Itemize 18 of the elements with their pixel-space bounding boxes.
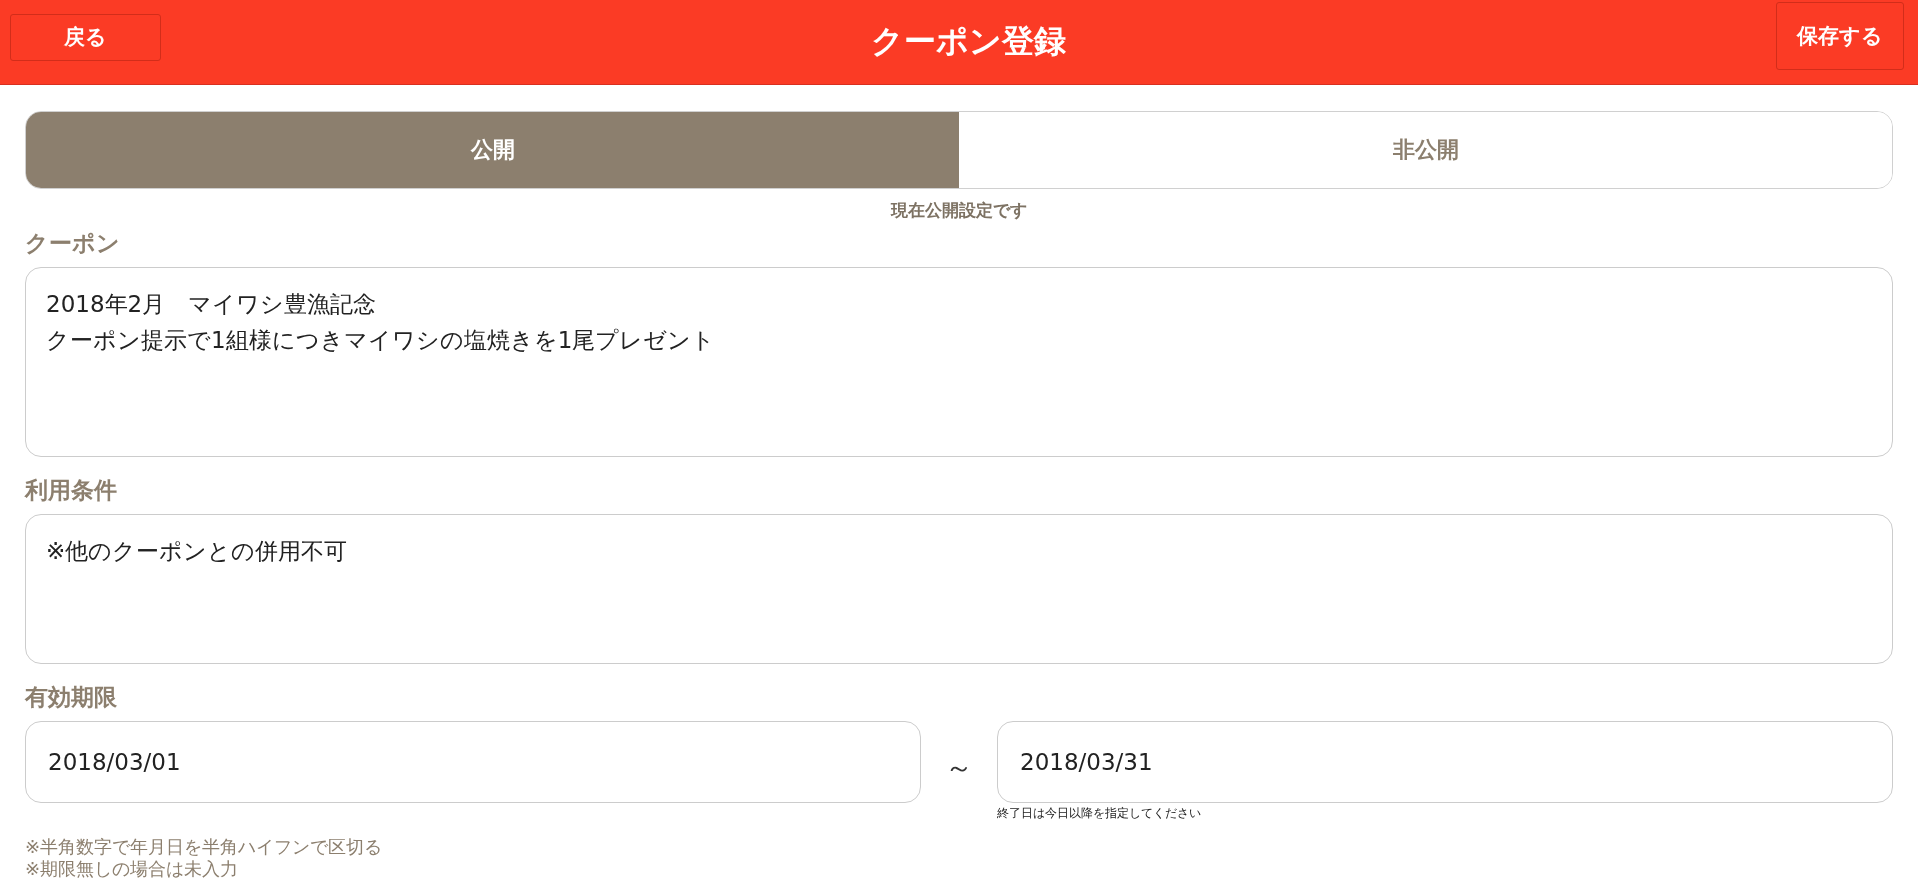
hint-text: 終了日は今日以降を指定してください xyxy=(997,805,1202,822)
date-field[interactable]: 2018/03/01 xyxy=(25,721,921,803)
text-line: クーポン提示で1組様につきマイワシの塩焼きを1尾プレゼント xyxy=(46,326,717,355)
save-button[interactable]: 保存する xyxy=(1776,2,1904,70)
date-field[interactable]: 2018/03/31 xyxy=(997,721,1893,803)
status-caption: 現在公開設定です xyxy=(889,199,1028,222)
visibility-option[interactable]: 公開 xyxy=(26,112,959,188)
note-text: ※半角数字で年月日を半角ハイフンで区切る xyxy=(25,836,384,858)
text-area[interactable]: ※他のクーポンとの併用不可 xyxy=(25,514,1893,664)
back-button[interactable]: 戻る xyxy=(10,13,161,61)
note-text: ※期限無しの場合は未入力 xyxy=(25,858,240,880)
text-line: 2018年2月 マイワシ豊漁記念 xyxy=(46,290,378,319)
range-separator: ～ xyxy=(944,750,974,786)
page-title: クーポン登録 xyxy=(871,21,1066,62)
field-label: 利用条件 xyxy=(25,476,118,505)
field-label: 有効期限 xyxy=(25,683,118,712)
text-area[interactable]: 2018年2月 マイワシ豊漁記念 クーポン提示で1組様につきマイワシの塩焼きを1尾プレゼント xyxy=(25,267,1893,457)
field-label: クーポン xyxy=(25,229,121,258)
